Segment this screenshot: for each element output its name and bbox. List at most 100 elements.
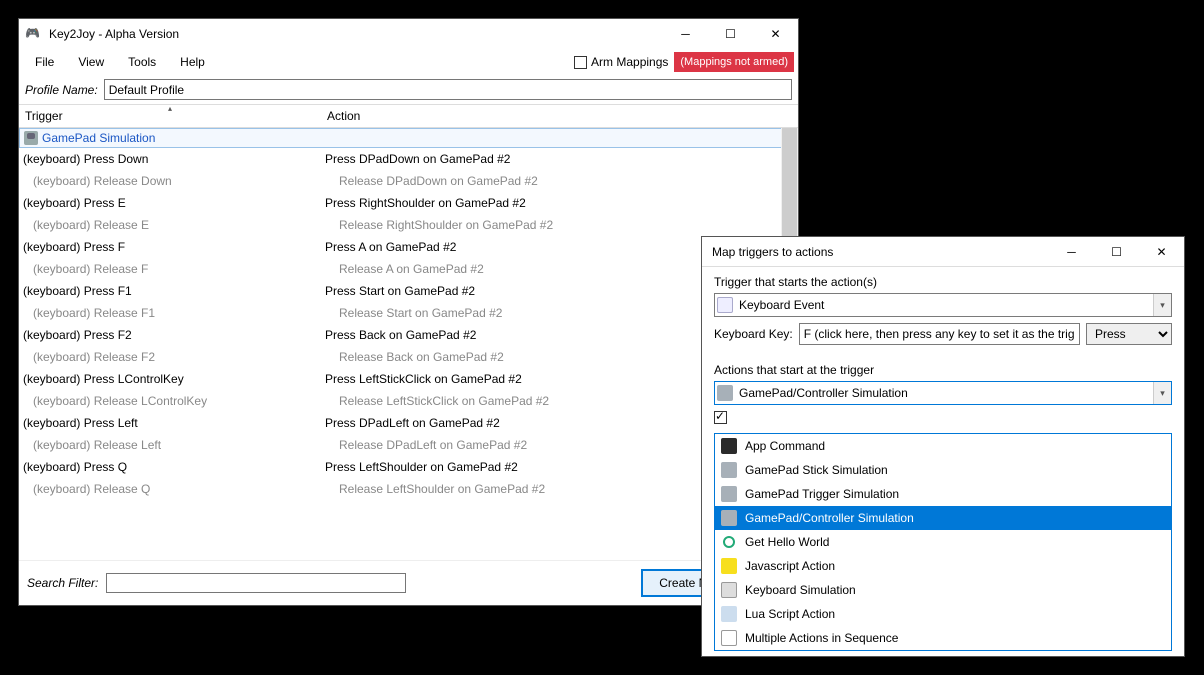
arm-mappings-checkbox[interactable]: Arm Mappings xyxy=(574,55,668,69)
trigger-type-combo[interactable]: Keyboard Event ▾ xyxy=(714,293,1172,317)
dialog-minimize-button[interactable]: ─ xyxy=(1049,237,1094,267)
gamepad-icon xyxy=(24,131,38,145)
sort-indicator-icon: ▴ xyxy=(168,104,172,113)
keyboard-icon xyxy=(715,297,735,313)
mapping-list-header: ▴ Trigger Action xyxy=(19,104,798,128)
press-mode-select[interactable]: Press xyxy=(1086,323,1172,345)
dropdown-item-label: GamePad/Controller Simulation xyxy=(745,511,914,525)
dropdown-item-label: Javascript Action xyxy=(745,559,835,573)
dropdown-item-label: Lua Script Action xyxy=(745,607,835,621)
dropdown-item-label: Multiple Actions in Sequence xyxy=(745,631,898,645)
profile-name-input[interactable] xyxy=(104,79,792,100)
trigger-cell: (keyboard) Press F1 xyxy=(19,280,321,302)
item-icon xyxy=(721,534,737,550)
trigger-cell: (keyboard) Press Q xyxy=(19,456,321,478)
dialog-title: Map triggers to actions xyxy=(702,245,1049,259)
table-row[interactable]: (keyboard) Release ERelease RightShoulde… xyxy=(19,214,798,236)
trigger-cell: (keyboard) Release F1 xyxy=(19,302,321,324)
dialog-close-button[interactable]: ✕ xyxy=(1139,237,1184,267)
search-filter-label: Search Filter: xyxy=(27,576,98,590)
item-icon xyxy=(721,438,737,454)
menu-help[interactable]: Help xyxy=(168,51,217,73)
item-icon xyxy=(721,486,737,502)
table-row[interactable]: (keyboard) Release LControlKeyRelease Le… xyxy=(19,390,798,412)
table-row[interactable]: (keyboard) Press QPress LeftShoulder on … xyxy=(19,456,798,478)
column-trigger[interactable]: ▴ Trigger xyxy=(19,105,321,127)
dropdown-item-label: Keyboard Simulation xyxy=(745,583,856,597)
app-icon: 🎮 xyxy=(25,26,41,42)
trigger-section-label: Trigger that starts the action(s) xyxy=(702,267,1184,293)
group-header[interactable]: GamePad Simulation ⌃ xyxy=(19,128,798,148)
trigger-cell: (keyboard) Release E xyxy=(19,214,321,236)
dropdown-item-label: GamePad Trigger Simulation xyxy=(745,487,899,501)
trigger-cell: (keyboard) Press LControlKey xyxy=(19,368,321,390)
dropdown-item[interactable]: Keyboard Simulation xyxy=(715,578,1171,602)
table-row[interactable]: (keyboard) Press F2Press Back on GamePad… xyxy=(19,324,798,346)
chevron-down-icon: ▾ xyxy=(1153,294,1171,316)
action-type-combo[interactable]: GamePad/Controller Simulation ▾ xyxy=(714,381,1172,405)
trigger-cell: (keyboard) Press F2 xyxy=(19,324,321,346)
dropdown-item-label: GamePad Stick Simulation xyxy=(745,463,888,477)
action-cell: Release DPadDown on GamePad #2 xyxy=(321,170,798,192)
main-titlebar: 🎮 Key2Joy - Alpha Version ─ ☐ ✕ xyxy=(19,19,798,49)
main-window: 🎮 Key2Joy - Alpha Version ─ ☐ ✕ File Vie… xyxy=(18,18,799,606)
dialog-maximize-button[interactable]: ☐ xyxy=(1094,237,1139,267)
table-row[interactable]: (keyboard) Press DownPress DPadDown on G… xyxy=(19,148,798,170)
dropdown-item[interactable]: GamePad Trigger Simulation xyxy=(715,482,1171,506)
item-icon xyxy=(721,462,737,478)
action-cell: Press DPadDown on GamePad #2 xyxy=(321,148,798,170)
table-row[interactable]: (keyboard) Release QRelease LeftShoulder… xyxy=(19,478,798,500)
search-filter-input[interactable] xyxy=(106,573,406,593)
trigger-cell: (keyboard) Release Down xyxy=(19,170,321,192)
item-icon xyxy=(721,510,737,526)
table-row[interactable]: (keyboard) Press LControlKeyPress LeftSt… xyxy=(19,368,798,390)
dialog-titlebar: Map triggers to actions ─ ☐ ✕ xyxy=(702,237,1184,267)
chevron-down-icon: ▾ xyxy=(1153,382,1171,404)
menu-view[interactable]: View xyxy=(66,51,116,73)
close-button[interactable]: ✕ xyxy=(753,19,798,49)
keyboard-key-row: Keyboard Key: Press xyxy=(714,323,1172,345)
checkbox-icon xyxy=(574,56,587,69)
map-trigger-dialog: Map triggers to actions ─ ☐ ✕ Trigger th… xyxy=(701,236,1185,657)
window-title: Key2Joy - Alpha Version xyxy=(47,27,663,41)
dropdown-item[interactable]: Multiple Actions in Sequence xyxy=(715,626,1171,650)
profile-label: Profile Name: xyxy=(25,83,98,97)
table-row[interactable]: (keyboard) Press LeftPress DPadLeft on G… xyxy=(19,412,798,434)
gamepad-icon xyxy=(715,385,735,401)
column-action[interactable]: Action xyxy=(321,105,798,127)
table-row[interactable]: (keyboard) Release LeftRelease DPadLeft … xyxy=(19,434,798,456)
item-icon xyxy=(721,606,737,622)
minimize-button[interactable]: ─ xyxy=(663,19,708,49)
maximize-button[interactable]: ☐ xyxy=(708,19,753,49)
dropdown-item[interactable]: GamePad/Controller Simulation xyxy=(715,506,1171,530)
checkbox-row[interactable] xyxy=(714,411,1172,424)
trigger-cell: (keyboard) Press Down xyxy=(19,148,321,170)
item-icon xyxy=(721,630,737,646)
dropdown-item-label: App Command xyxy=(745,439,825,453)
trigger-cell: (keyboard) Release Q xyxy=(19,478,321,500)
table-row[interactable]: (keyboard) Release F1Release Start on Ga… xyxy=(19,302,798,324)
checkbox-icon xyxy=(714,411,727,424)
arm-status-badge: (Mappings not armed) xyxy=(674,52,794,72)
dropdown-item[interactable]: App Command xyxy=(715,434,1171,458)
action-cell: Press RightShoulder on GamePad #2 xyxy=(321,192,798,214)
table-row[interactable]: (keyboard) Release F2Release Back on Gam… xyxy=(19,346,798,368)
table-row[interactable]: (keyboard) Release DownRelease DPadDown … xyxy=(19,170,798,192)
action-dropdown-list: App Command GamePad Stick Simulation GameP… xyxy=(714,433,1172,651)
group-label: GamePad Simulation xyxy=(42,131,155,145)
dropdown-item[interactable]: Javascript Action xyxy=(715,554,1171,578)
action-type-value: GamePad/Controller Simulation xyxy=(735,386,1153,400)
dropdown-item[interactable]: GamePad Stick Simulation xyxy=(715,458,1171,482)
table-row[interactable]: (keyboard) Press FPress A on GamePad #2 xyxy=(19,236,798,258)
keyboard-key-input[interactable] xyxy=(799,323,1080,345)
dropdown-item[interactable]: Lua Script Action xyxy=(715,602,1171,626)
menu-tools[interactable]: Tools xyxy=(116,51,168,73)
action-cell: Release RightShoulder on GamePad #2 xyxy=(321,214,798,236)
trigger-cell: (keyboard) Release F2 xyxy=(19,346,321,368)
trigger-cell: (keyboard) Press E xyxy=(19,192,321,214)
dropdown-item[interactable]: Get Hello World xyxy=(715,530,1171,554)
menu-file[interactable]: File xyxy=(23,51,66,73)
table-row[interactable]: (keyboard) Press F1Press Start on GamePa… xyxy=(19,280,798,302)
table-row[interactable]: (keyboard) Press EPress RightShoulder on… xyxy=(19,192,798,214)
table-row[interactable]: (keyboard) Release FRelease A on GamePad… xyxy=(19,258,798,280)
